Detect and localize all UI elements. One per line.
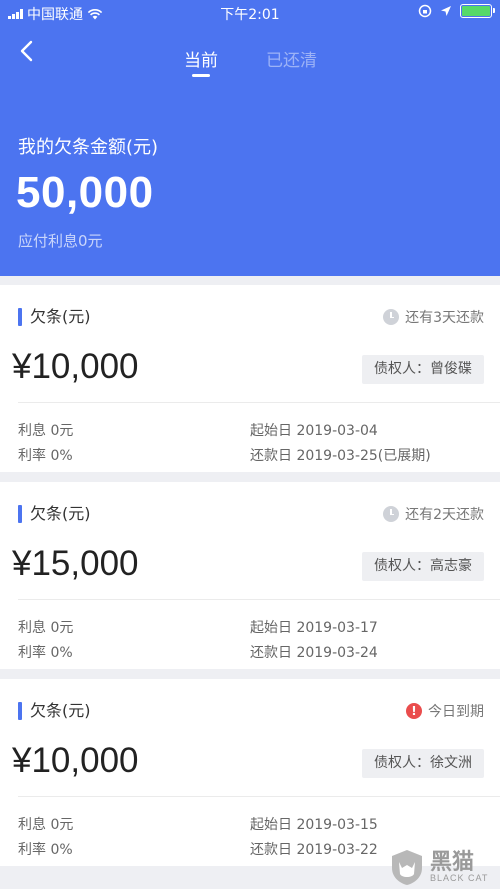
back-arrow-icon[interactable] — [14, 38, 40, 64]
watermark-cn: 黑猫 — [430, 849, 475, 874]
loan-amount: ¥10,000 — [12, 347, 139, 386]
loan-card[interactable]: 欠条(元) 还有3天还款 ¥10,000 债权人：曾俊碟 利息 0元 利率 0%… — [0, 285, 500, 472]
clock-icon — [383, 506, 400, 522]
loan-amount: ¥15,000 — [12, 544, 139, 583]
start-date-text: 起始日 2019-03-17 — [250, 620, 378, 636]
loan-card-title: 欠条(元) — [18, 307, 91, 327]
total-debt-label: 我的欠条金额(元) — [18, 137, 159, 158]
loan-amount: ¥10,000 — [12, 741, 139, 780]
alert-icon: ! — [406, 703, 422, 719]
active-tab-indicator — [192, 74, 210, 77]
creditor-badge: 债权人：高志豪 — [362, 552, 484, 581]
interest-text: 利息 0元 — [18, 620, 74, 636]
creditor-badge: 债权人：徐文洲 — [362, 749, 484, 778]
tab-current-label: 当前 — [184, 51, 218, 71]
interest-due-text: 应付利息0元 — [18, 232, 103, 250]
start-date-text: 起始日 2019-03-15 — [250, 817, 378, 833]
battery-icon — [460, 4, 495, 18]
loan-card-title: 欠条(元) — [18, 504, 91, 524]
repayment-status: 还有2天还款 — [383, 504, 484, 524]
rate-text: 利率 0% — [18, 448, 73, 464]
repayment-status: 还有3天还款 — [383, 307, 484, 327]
loan-card[interactable]: 欠条(元) ! 今日到期 ¥10,000 债权人：徐文洲 利息 0元 利率 0%… — [0, 679, 500, 866]
tab-current[interactable]: 当前 — [184, 46, 218, 77]
repay-date-text: 还款日 2019-03-25(已展期) — [250, 448, 431, 464]
interest-text: 利息 0元 — [18, 817, 74, 833]
divider — [18, 796, 500, 797]
tab-cleared[interactable]: 已还清 — [266, 46, 317, 71]
interest-text: 利息 0元 — [18, 423, 74, 439]
rotation-lock-icon — [418, 4, 432, 18]
repayment-status: ! 今日到期 — [406, 701, 484, 721]
status-bar: 中国联通 下午2:01 — [0, 0, 500, 24]
rate-text: 利率 0% — [18, 842, 73, 858]
tab-cleared-label: 已还清 — [266, 51, 317, 71]
start-date-text: 起始日 2019-03-04 — [250, 423, 378, 439]
total-debt-amount: 50,000 — [16, 168, 154, 217]
watermark-en: BLACK CAT — [430, 873, 489, 883]
repayment-status-text: 还有2天还款 — [405, 507, 484, 523]
header-banner: 中国联通 下午2:01 当前 已还清 我的欠条金额(元) 50,000 应付利息… — [0, 0, 500, 276]
divider — [18, 402, 500, 403]
creditor-badge: 债权人：曾俊碟 — [362, 355, 484, 384]
repayment-status-text: 今日到期 — [428, 704, 484, 720]
clock-icon — [383, 309, 400, 325]
loan-card[interactable]: 欠条(元) 还有2天还款 ¥15,000 债权人：高志豪 利息 0元 利率 0%… — [0, 482, 500, 669]
repay-date-text: 还款日 2019-03-24 — [250, 645, 378, 661]
loan-card-title: 欠条(元) — [18, 701, 91, 721]
black-cat-watermark: 黑猫 BLACK CAT — [388, 845, 500, 889]
repay-date-text: 还款日 2019-03-22 — [250, 842, 378, 858]
cat-shield-icon — [392, 850, 422, 885]
rate-text: 利率 0% — [18, 645, 73, 661]
location-icon — [441, 6, 451, 16]
repayment-status-text: 还有3天还款 — [405, 310, 484, 326]
divider — [18, 599, 500, 600]
